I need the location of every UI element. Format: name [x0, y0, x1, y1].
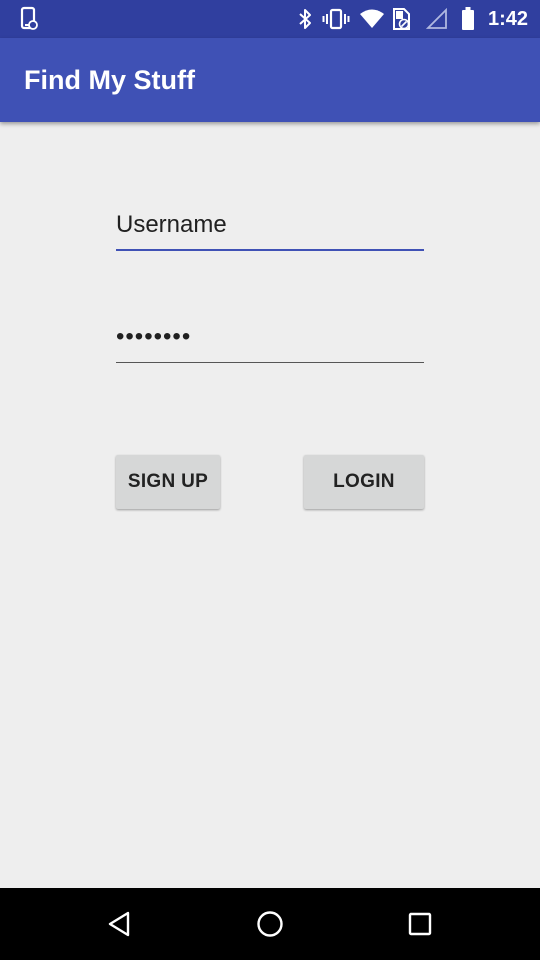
- wifi-icon: [358, 0, 386, 38]
- vibrate-icon: [321, 0, 351, 38]
- sim-card-icon: [390, 0, 414, 38]
- navigation-bar: [0, 888, 540, 960]
- home-icon[interactable]: [230, 888, 310, 960]
- sign-up-button[interactable]: SIGN UP: [116, 455, 220, 509]
- login-button[interactable]: LOGIN: [304, 455, 424, 509]
- username-input[interactable]: [116, 200, 424, 251]
- back-icon[interactable]: [80, 888, 160, 960]
- device-notification-icon: [18, 0, 40, 38]
- bluetooth-icon: [294, 0, 316, 38]
- recents-icon[interactable]: [380, 888, 460, 960]
- battery-icon: [458, 0, 478, 38]
- status-bar: 1:42: [0, 0, 540, 38]
- no-signal-icon: [425, 0, 449, 38]
- app-bar: Find My Stuff: [0, 38, 540, 122]
- username-field-container: [116, 200, 424, 253]
- status-clock: 1:42: [487, 8, 528, 30]
- password-input[interactable]: [116, 312, 424, 363]
- app-title: Find My Stuff: [24, 65, 195, 95]
- password-field-container: [116, 312, 424, 364]
